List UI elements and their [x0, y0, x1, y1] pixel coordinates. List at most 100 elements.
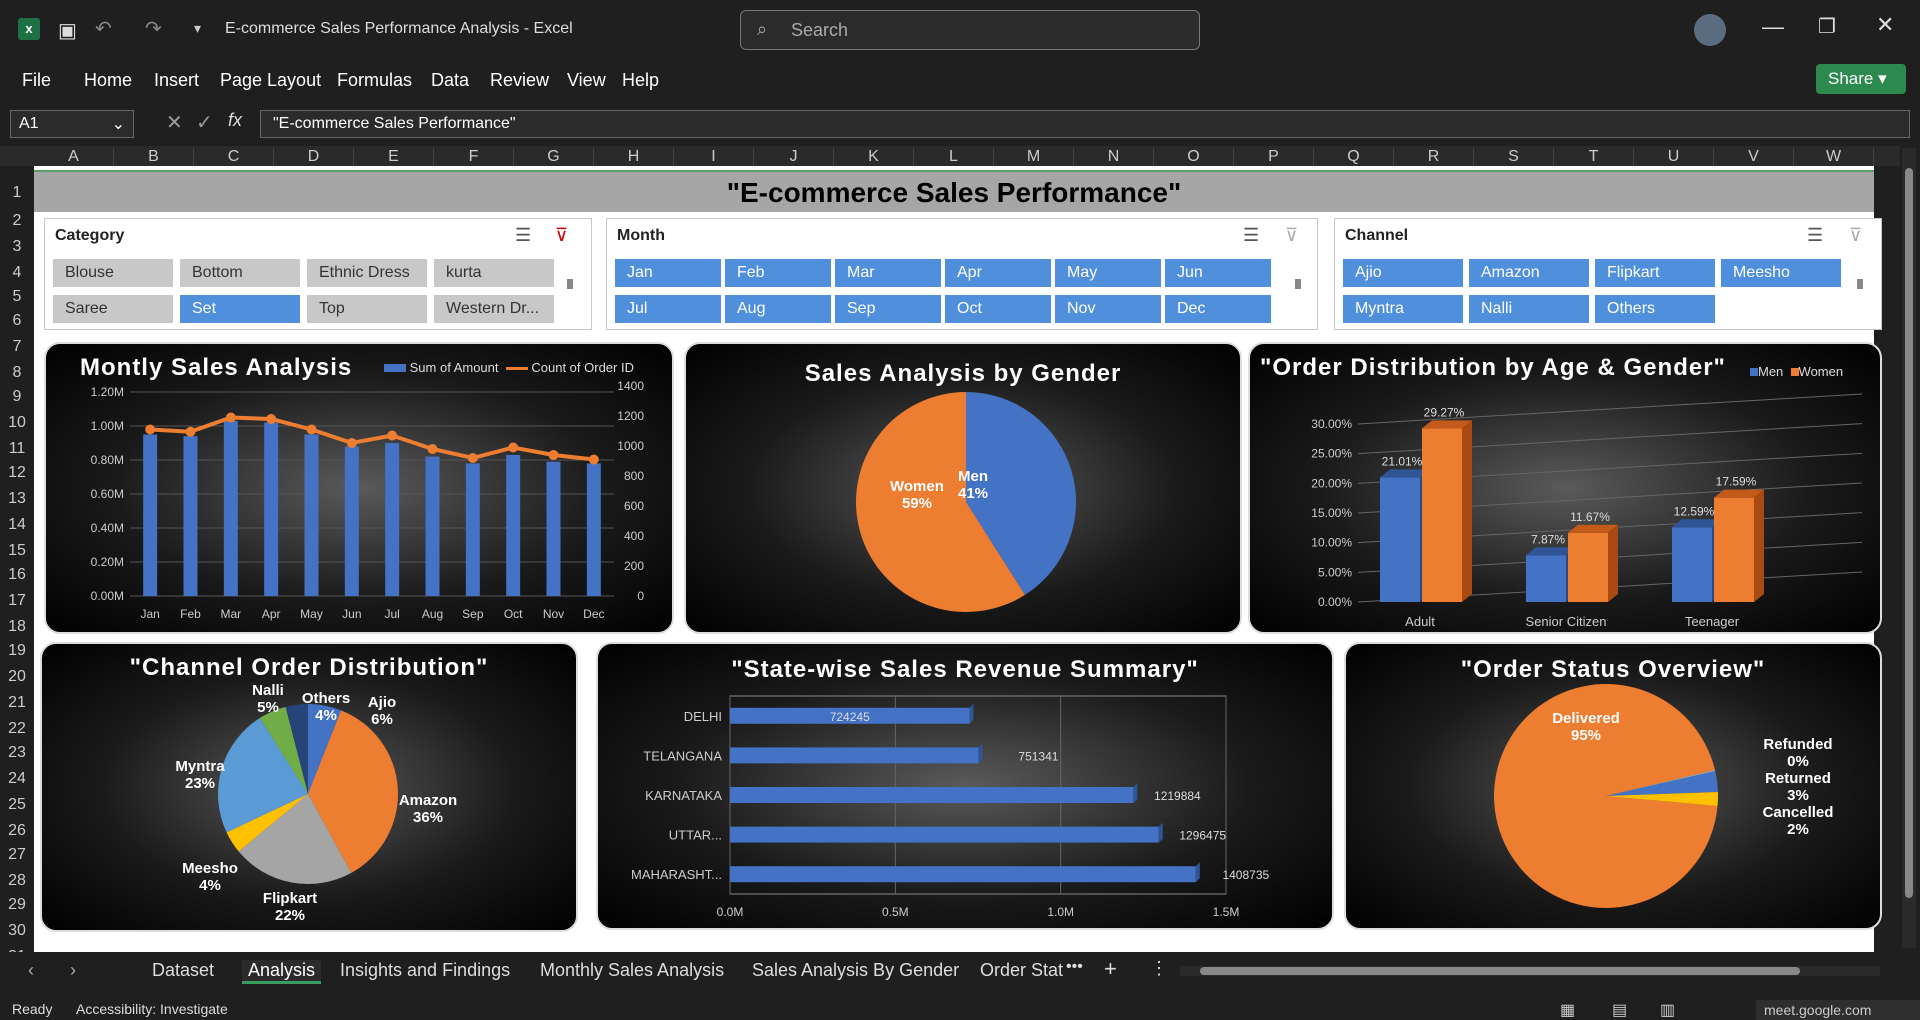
- row-header[interactable]: 4: [0, 264, 34, 282]
- row-header[interactable]: 12: [0, 464, 34, 482]
- category-slicer[interactable]: Category ☰ ⊽ Blouse Bottom Ethnic Dress kur…: [44, 218, 592, 330]
- slicer-item-month[interactable]: May: [1055, 259, 1161, 287]
- column-header[interactable]: Q: [1314, 148, 1394, 166]
- scroll-thumb[interactable]: [1200, 967, 1800, 975]
- slicer-item-channel[interactable]: Nalli: [1469, 295, 1589, 323]
- sheet-tab[interactable]: Sales Analysis By Gender: [752, 960, 959, 981]
- scroll-thumb[interactable]: [1905, 168, 1913, 898]
- slicer-item-category[interactable]: Saree: [53, 295, 173, 323]
- sheet-tab[interactable]: Dataset: [152, 960, 214, 981]
- row-header[interactable]: 8: [0, 364, 34, 382]
- ribbon-tab-review[interactable]: Review: [490, 70, 549, 91]
- prev-sheet-icon[interactable]: ‹: [28, 960, 34, 981]
- row-header[interactable]: 1: [0, 184, 34, 202]
- slicer-item-month[interactable]: Mar: [835, 259, 941, 287]
- clear-filter-icon[interactable]: ⊽: [1849, 225, 1862, 246]
- column-header[interactable]: D: [274, 148, 354, 166]
- multi-select-icon[interactable]: ☰: [1243, 225, 1259, 246]
- sheet-tab[interactable]: Insights and Findings: [340, 960, 510, 981]
- ribbon-tab-home[interactable]: Home: [84, 70, 132, 91]
- column-header[interactable]: W: [1794, 148, 1874, 166]
- ribbon-tab-formulas[interactable]: Formulas: [337, 70, 412, 91]
- column-header[interactable]: T: [1554, 148, 1634, 166]
- name-box[interactable]: A1 ⌄: [10, 110, 134, 138]
- slicer-item-channel[interactable]: Myntra: [1343, 295, 1463, 323]
- row-header[interactable]: 26: [0, 822, 34, 840]
- column-header[interactable]: F: [434, 148, 514, 166]
- row-header[interactable]: 27: [0, 846, 34, 864]
- slicer-scrollbar[interactable]: [1857, 279, 1863, 289]
- monthly-sales-chart[interactable]: Montly Sales Analysis Sum of Amount Coun…: [44, 342, 674, 634]
- cancel-icon[interactable]: ✕: [166, 110, 183, 135]
- row-header[interactable]: 9: [0, 388, 34, 406]
- clear-filter-icon[interactable]: ⊽: [1285, 225, 1298, 246]
- row-header[interactable]: 13: [0, 490, 34, 508]
- row-header[interactable]: 23: [0, 744, 34, 762]
- ribbon-tab-view[interactable]: View: [567, 70, 606, 91]
- column-header[interactable]: A: [34, 148, 114, 166]
- customize-toolbar-icon[interactable]: ▾: [194, 20, 201, 37]
- row-header[interactable]: 2: [0, 212, 34, 230]
- column-header[interactable]: B: [114, 148, 194, 166]
- slicer-item-category[interactable]: Western Dr...: [434, 295, 554, 323]
- undo-icon[interactable]: ↶: [95, 16, 112, 41]
- row-header[interactable]: 21: [0, 694, 34, 712]
- slicer-item-category[interactable]: kurta: [434, 259, 554, 287]
- row-header[interactable]: 16: [0, 566, 34, 584]
- row-header[interactable]: 14: [0, 516, 34, 534]
- row-header[interactable]: 24: [0, 770, 34, 788]
- options-icon[interactable]: ⋮: [1150, 958, 1168, 979]
- column-header[interactable]: K: [834, 148, 914, 166]
- row-header[interactable]: 29: [0, 896, 34, 914]
- minimize-icon[interactable]: —: [1762, 14, 1784, 40]
- slicer-item-month[interactable]: Nov: [1055, 295, 1161, 323]
- column-header[interactable]: C: [194, 148, 274, 166]
- page-layout-icon[interactable]: ▤: [1612, 1000, 1627, 1020]
- slicer-item-month[interactable]: Feb: [725, 259, 831, 287]
- row-header[interactable]: 6: [0, 312, 34, 330]
- row-header[interactable]: 30: [0, 922, 34, 940]
- vertical-scrollbar[interactable]: [1902, 148, 1916, 948]
- accessibility-status[interactable]: Accessibility: Investigate: [76, 1001, 228, 1017]
- slicer-item-category[interactable]: Set: [180, 295, 300, 323]
- share-button[interactable]: Share ▾: [1816, 64, 1906, 94]
- row-header[interactable]: 20: [0, 668, 34, 686]
- column-header[interactable]: R: [1394, 148, 1474, 166]
- column-header[interactable]: M: [994, 148, 1074, 166]
- slicer-item-category[interactable]: Blouse: [53, 259, 173, 287]
- slicer-item-category[interactable]: Bottom: [180, 259, 300, 287]
- row-header[interactable]: 3: [0, 238, 34, 256]
- page-break-icon[interactable]: ▥: [1660, 1000, 1675, 1020]
- redo-icon[interactable]: ↷: [145, 16, 162, 41]
- sheet-tab[interactable]: Order Stat: [980, 960, 1063, 981]
- sheet-tab[interactable]: Monthly Sales Analysis: [540, 960, 724, 981]
- row-header[interactable]: 11: [0, 440, 34, 458]
- slicer-item-month[interactable]: Oct: [945, 295, 1051, 323]
- formula-input[interactable]: "E-commerce Sales Performance": [260, 110, 1910, 138]
- ribbon-tab-file[interactable]: File: [22, 70, 51, 91]
- more-sheets-icon[interactable]: •••: [1066, 958, 1083, 976]
- month-slicer[interactable]: Month ☰ ⊽ Jan Feb Mar Apr May Jun Jul Aug Sep Oct…: [606, 218, 1318, 330]
- column-header[interactable]: N: [1074, 148, 1154, 166]
- slicer-item-month[interactable]: Jan: [615, 259, 721, 287]
- slicer-item-channel[interactable]: Amazon: [1469, 259, 1589, 287]
- restore-icon[interactable]: ❐: [1818, 14, 1836, 39]
- next-sheet-icon[interactable]: ›: [70, 960, 76, 981]
- channel-slicer[interactable]: Channel ☰ ⊽ Ajio Amazon Flipkart Meesho Mynt…: [1334, 218, 1882, 330]
- column-header[interactable]: G: [514, 148, 594, 166]
- sheet-tab[interactable]: Analysis: [242, 960, 322, 984]
- column-header[interactable]: P: [1234, 148, 1314, 166]
- insert-function-icon[interactable]: fx: [228, 110, 242, 131]
- row-header[interactable]: 22: [0, 720, 34, 738]
- horizontal-scrollbar[interactable]: [1180, 966, 1880, 976]
- close-icon[interactable]: ✕: [1876, 12, 1894, 38]
- slicer-scrollbar[interactable]: [567, 279, 573, 289]
- multi-select-icon[interactable]: ☰: [515, 225, 531, 246]
- slicer-item-month[interactable]: Dec: [1165, 295, 1271, 323]
- slicer-item-channel[interactable]: Ajio: [1343, 259, 1463, 287]
- row-header[interactable]: 28: [0, 872, 34, 890]
- ribbon-tab-insert[interactable]: Insert: [154, 70, 199, 91]
- enter-icon[interactable]: ✓: [196, 110, 213, 135]
- ribbon-tab-help[interactable]: Help: [622, 70, 659, 91]
- row-header[interactable]: 18: [0, 618, 34, 636]
